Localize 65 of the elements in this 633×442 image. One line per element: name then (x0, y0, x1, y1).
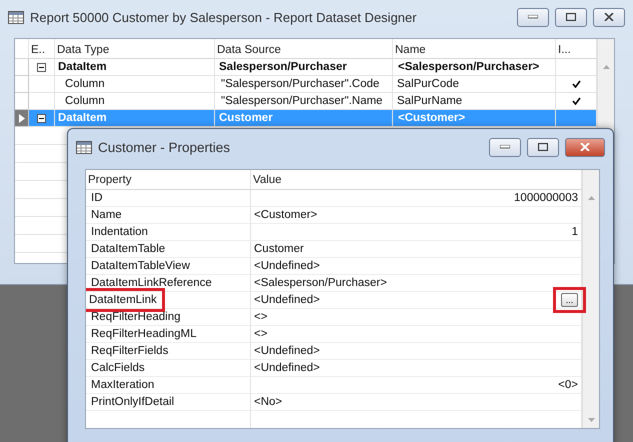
data-source-cell: Salesperson/Purchaser (215, 59, 393, 76)
property-name: MaxIteration (90, 379, 156, 391)
column-header[interactable]: E.. (29, 39, 55, 59)
minimize-button[interactable] (489, 138, 521, 156)
property-value: <Undefined> (254, 345, 320, 357)
property-name: CalcFields (90, 362, 146, 374)
minimize-button[interactable] (517, 8, 549, 26)
property-name: ReqFilterHeading (90, 311, 182, 323)
property-name: DataItemLinkReference (90, 277, 213, 289)
column-header[interactable]: Data Source (215, 39, 393, 59)
property-name: Name (90, 209, 123, 221)
table-icon (8, 10, 24, 24)
property-name: DataItemLink (86, 288, 165, 312)
name-cell: <Customer> (393, 110, 556, 127)
column-header[interactable]: Name (393, 39, 556, 59)
table-icon (76, 140, 92, 154)
data-source-cell: "Salesperson/Purchaser".Code (215, 76, 393, 93)
property-name: DataItemTable (90, 243, 166, 255)
property-value: <No> (254, 396, 282, 408)
property-name: DataItemTableView (90, 260, 191, 272)
data-source-cell: "Salesperson/Purchaser".Name (215, 93, 393, 110)
property-value: <> (254, 311, 268, 323)
data-source-cell: Customer (215, 110, 393, 127)
data-type-cell: Column (55, 93, 215, 110)
name-cell: SalPurCode (393, 76, 556, 93)
property-name: ReqFilterFields (90, 345, 170, 357)
property-value: <> (254, 328, 268, 340)
property-value: Customer (254, 243, 304, 255)
maximize-button[interactable] (527, 138, 559, 156)
current-row-icon (18, 114, 24, 122)
name-cell: <Salesperson/Purchaser> (393, 59, 556, 76)
assist-button[interactable]: ... (561, 293, 578, 307)
property-value: <Undefined> (254, 362, 320, 374)
close-button[interactable] (593, 8, 625, 26)
name-cell: SalPurName (393, 93, 556, 110)
column-header[interactable]: Value (251, 170, 582, 190)
data-type-cell: Column (55, 76, 215, 93)
close-icon (604, 13, 614, 21)
minimize-icon (528, 15, 538, 19)
property-name: ID (90, 192, 104, 204)
property-value: <Salesperson/Purchaser> (254, 277, 387, 289)
dialog-title: Customer - Properties (98, 140, 232, 154)
row-selector[interactable] (15, 110, 29, 127)
collapse-icon[interactable] (37, 62, 46, 72)
collapse-icon[interactable] (37, 114, 46, 122)
property-value: <0> (558, 379, 578, 391)
close-icon (580, 143, 590, 151)
property-value: 1 (572, 226, 578, 238)
property-value: <Undefined> (254, 294, 320, 306)
property-value: <Customer> (254, 209, 318, 221)
maximize-icon (538, 143, 548, 151)
column-header[interactable]: Property (86, 170, 251, 190)
maximize-button[interactable] (555, 8, 587, 26)
property-name: PrintOnlyIfDetail (90, 396, 176, 408)
column-header[interactable]: I... (556, 39, 597, 59)
property-name: ReqFilterHeadingML (90, 328, 198, 340)
property-name: Indentation (90, 226, 149, 238)
data-type-cell: DataItem (55, 59, 215, 76)
column-header[interactable]: Data Type (55, 39, 215, 59)
close-button[interactable] (565, 138, 605, 156)
property-value: <Undefined> (254, 260, 320, 272)
window-title: Report 50000 Customer by Salesperson - Report Dataset Designer (30, 10, 418, 24)
data-type-cell: DataItem (55, 110, 215, 127)
maximize-icon (566, 13, 576, 21)
property-value: 1000000003 (514, 192, 578, 204)
